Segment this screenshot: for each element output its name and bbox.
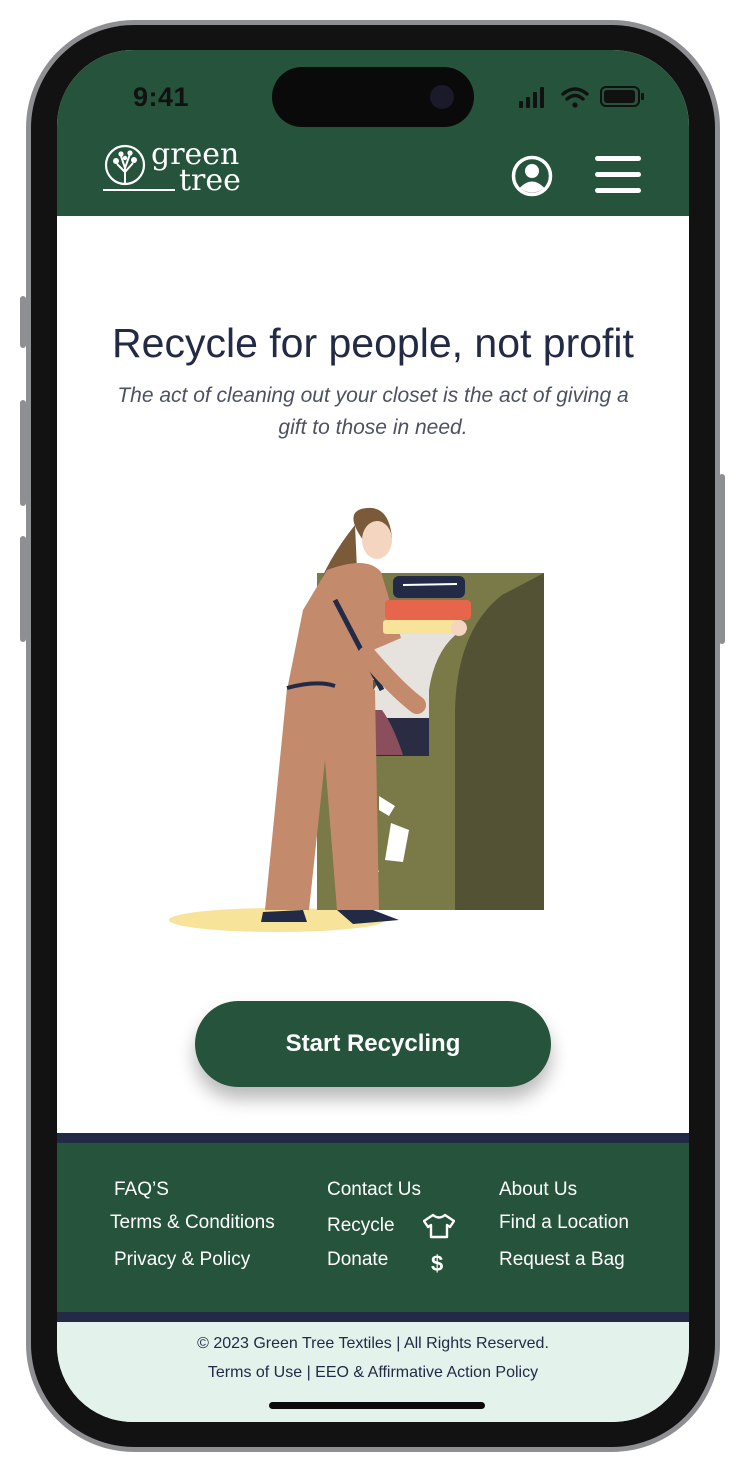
footer-divider-top [57, 1133, 689, 1143]
footer-link-request-bag[interactable]: Request a Bag [499, 1249, 625, 1271]
tree-icon [104, 144, 146, 186]
dollar-icon: $ [431, 1251, 444, 1276]
footer-link-recycle[interactable]: Recycle [327, 1215, 395, 1237]
phone-screen: 9:41 green tree Recycle for people, not … [57, 50, 689, 1422]
start-recycling-button[interactable]: Start Recycling [195, 1001, 551, 1087]
footer-link-contact[interactable]: Contact Us [327, 1179, 421, 1201]
footer-link-about[interactable]: About Us [499, 1179, 577, 1201]
user-circle-icon[interactable] [511, 155, 553, 197]
copyright-text: © 2023 Green Tree Textiles | All Rights … [197, 1335, 549, 1352]
page-title: Recycle for people, not profit [112, 320, 634, 366]
logo-underline [103, 189, 175, 191]
status-time: 9:41 [133, 82, 190, 112]
dynamic-island [272, 67, 474, 127]
brand-wordmark: green tree [151, 140, 241, 196]
legal-links[interactable]: Terms of Use | EEO & Affirmative Action … [57, 1364, 689, 1382]
status-icons [519, 86, 644, 108]
footer-divider-bottom [57, 1312, 689, 1322]
hamburger-menu-icon[interactable] [595, 156, 643, 194]
top-app-bar: 9:41 green tree [57, 50, 689, 216]
wifi-icon [561, 87, 589, 108]
footer-link-donate[interactable]: Donate [327, 1249, 388, 1271]
site-footer: FAQ’S Terms & Conditions Privacy & Polic… [57, 1143, 689, 1312]
recycling-illustration [169, 507, 544, 932]
battery-icon [600, 86, 644, 107]
footer-link-privacy[interactable]: Privacy & Policy [114, 1249, 250, 1271]
brand-logo[interactable]: green tree [103, 140, 253, 204]
footer-link-find-location[interactable]: Find a Location [499, 1212, 629, 1234]
page-subtitle: The act of cleaning out your closet is t… [117, 384, 629, 439]
footer-link-faq[interactable]: FAQ’S [114, 1179, 169, 1201]
signal-icon [519, 87, 544, 108]
tshirt-icon [423, 1213, 455, 1239]
home-indicator[interactable] [269, 1402, 485, 1409]
footer-link-terms[interactable]: Terms & Conditions [110, 1212, 275, 1234]
